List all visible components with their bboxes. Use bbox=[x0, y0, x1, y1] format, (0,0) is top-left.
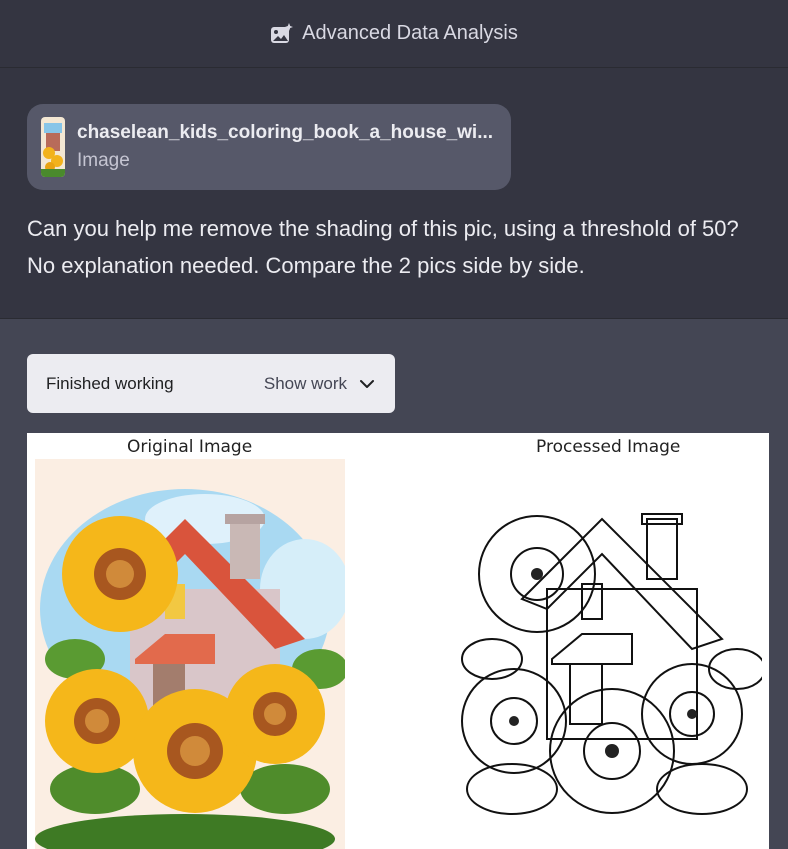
processed-image-title: Processed Image bbox=[536, 437, 681, 457]
file-thumbnail bbox=[41, 117, 65, 177]
header-bar: Advanced Data Analysis bbox=[0, 0, 788, 68]
show-work-button[interactable]: Show work bbox=[264, 374, 375, 394]
page-title: Advanced Data Analysis bbox=[302, 22, 518, 44]
work-status-label: Finished working bbox=[46, 373, 174, 393]
assistant-message: Finished working Show work Original Imag… bbox=[0, 319, 788, 849]
data-analysis-icon bbox=[270, 22, 294, 45]
processed-image bbox=[452, 459, 762, 849]
user-message: chaselean_kids_coloring_book_a_house_wi.… bbox=[0, 68, 788, 319]
file-attachment[interactable]: chaselean_kids_coloring_book_a_house_wi.… bbox=[27, 104, 511, 190]
original-image-title: Original Image bbox=[127, 437, 253, 457]
user-prompt-text: Can you help me remove the shading of th… bbox=[27, 216, 739, 278]
file-type-label: Image bbox=[77, 150, 130, 171]
code-execution-status: Finished working Show work bbox=[27, 354, 395, 413]
original-image bbox=[35, 459, 345, 849]
file-name: chaselean_kids_coloring_book_a_house_wi.… bbox=[77, 122, 494, 143]
show-work-label: Show work bbox=[263, 373, 347, 393]
chevron-down-icon bbox=[359, 374, 375, 394]
comparison-result-image[interactable]: Original Image Processed Image bbox=[27, 433, 769, 849]
